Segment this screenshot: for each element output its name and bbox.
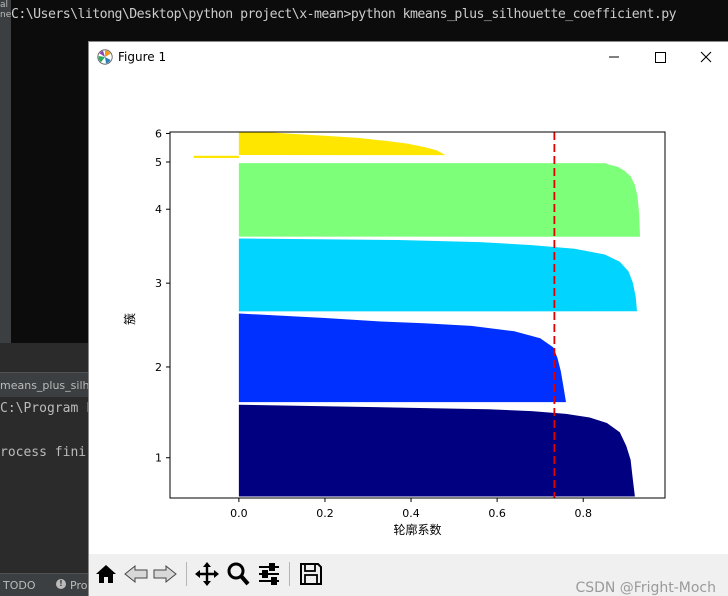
y-tick-label: 5 — [155, 156, 162, 169]
maximize-icon — [655, 52, 666, 63]
problems-tab[interactable]: Pro — [70, 579, 87, 592]
x-tick-label: 0.2 — [316, 507, 334, 520]
cluster-2-silhouette — [238, 313, 566, 403]
home-icon — [96, 565, 116, 583]
forward-button[interactable] — [151, 560, 179, 588]
ide-console: C:\Program F rocess fini — [0, 397, 100, 573]
ide-run-tabbar: means_plus_silh — [0, 372, 100, 397]
silhouette-chart: 0.0 0.2 0.4 0.6 0.8 1 2 3 4 5 6 轮廓系数 簇 — [122, 127, 666, 537]
cluster-4-silhouette — [238, 163, 640, 237]
back-button[interactable] — [122, 560, 150, 588]
ide-left-strip-text: al ne — [0, 0, 11, 20]
x-tick-label: 0.8 — [574, 507, 592, 520]
back-icon — [124, 564, 148, 584]
matplotlib-logo-icon — [97, 49, 113, 65]
figure-toolbar: CSDN @Fright-Moch — [89, 554, 728, 596]
y-tick-label: 3 — [155, 277, 162, 290]
cluster-1-silhouette — [238, 404, 635, 497]
y-tick-label: 1 — [155, 452, 162, 465]
cluster-6-silhouette — [238, 132, 446, 156]
pan-button[interactable] — [193, 560, 221, 588]
y-tick-label: 2 — [155, 361, 162, 374]
x-tick-label: 0.6 — [488, 507, 506, 520]
y-tick-label: 6 — [155, 127, 162, 140]
plot-canvas[interactable]: 0.0 0.2 0.4 0.6 0.8 1 2 3 4 5 6 轮廓系数 簇 — [89, 72, 728, 554]
console-line-3: rocess fini — [0, 445, 87, 460]
maximize-button[interactable] — [637, 42, 683, 72]
y-axis-label: 簇 — [122, 313, 137, 325]
home-button[interactable] — [92, 560, 120, 588]
forward-icon — [153, 564, 177, 584]
ide-run-tab[interactable]: means_plus_silh — [0, 379, 89, 392]
figure-window: Figure 1 0.0 0.2 0.4 0.6 0.8 1 2 3 4 5 6 轮廓系数 簇 — [88, 41, 728, 596]
toolbar-separator — [289, 562, 290, 586]
terminal-command-line: C:\Users\litong\Desktop\python project\x… — [11, 7, 677, 22]
configure-subplots-button[interactable] — [255, 560, 283, 588]
window-titlebar[interactable]: Figure 1 — [89, 42, 728, 72]
save-icon — [300, 563, 322, 585]
save-button[interactable] — [297, 560, 325, 588]
pan-icon — [195, 562, 219, 586]
toolbar-separator — [186, 562, 187, 586]
configure-subplots-icon — [259, 563, 279, 585]
ide-left-strip: al ne — [0, 0, 11, 343]
console-line-1: C:\Program F — [0, 401, 94, 416]
minimize-button[interactable] — [591, 42, 637, 72]
cluster-5-silhouette — [193, 155, 239, 158]
cluster-3-silhouette — [238, 238, 637, 312]
csdn-watermark: CSDN @Fright-Moch — [575, 580, 716, 596]
x-tick-label: 0.4 — [402, 507, 420, 520]
x-tick-label: 0.0 — [230, 507, 248, 520]
window-title: Figure 1 — [118, 50, 167, 64]
zoom-button[interactable] — [224, 560, 252, 588]
todo-tab[interactable]: TODO — [3, 579, 36, 592]
ide-statusbar: TODO ! Pro — [0, 573, 100, 596]
zoom-icon — [227, 562, 250, 586]
problems-icon: ! — [56, 579, 66, 589]
close-icon — [700, 51, 712, 63]
x-axis-label: 轮廓系数 — [393, 522, 441, 537]
close-button[interactable] — [683, 42, 728, 72]
y-tick-label: 4 — [155, 203, 162, 216]
